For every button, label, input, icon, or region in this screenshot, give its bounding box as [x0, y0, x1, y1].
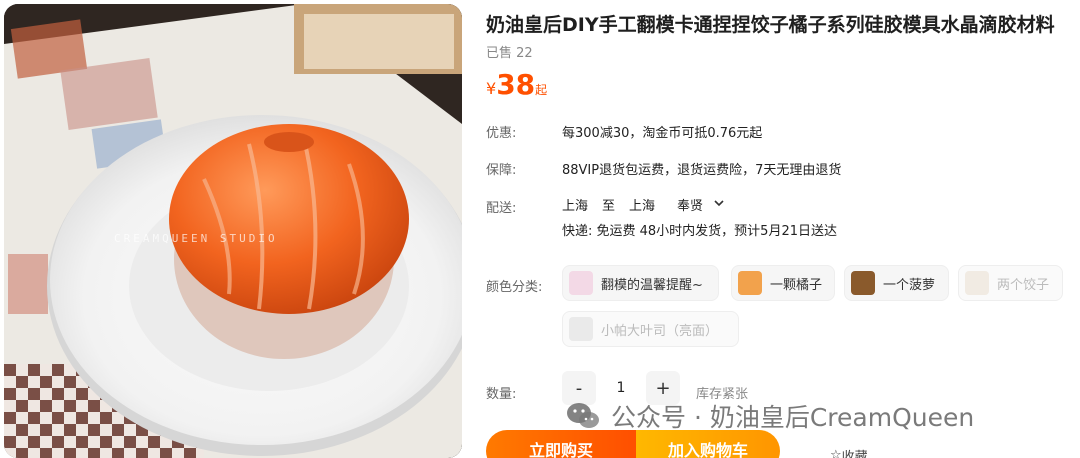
price-suffix: 起 — [535, 83, 548, 97]
option-dumplings[interactable]: 两个饺子 — [958, 265, 1063, 301]
option-label: 小帕大叶司（亮面） — [601, 323, 719, 339]
favorite-label: 收藏 — [841, 450, 868, 458]
watermark-text: 公众号 · 奶油皇后CreamQueen — [611, 403, 975, 432]
sold-count: 已售 22 — [486, 46, 533, 61]
option-label: 一颗橘子 — [770, 277, 823, 293]
product-photo-illustration — [4, 4, 462, 458]
product-title: 奶油皇后DIY手工翻模卡通捏捏饺子橘子系列硅胶模具水晶滴胶材料 — [486, 14, 1055, 36]
delivery-to: 上海 — [629, 199, 656, 214]
watermark: 公众号 · 奶油皇后CreamQueen — [565, 398, 974, 434]
image-caption: CREAMQUEEN STUDIO — [114, 232, 278, 245]
option-reminder[interactable]: 翻模的温馨提醒~ — [562, 265, 719, 301]
promo-value: 每300减30，淘金币可抵0.76元起 — [562, 126, 763, 141]
option-thumbnail — [738, 271, 762, 295]
star-icon: ☆ — [830, 448, 842, 458]
option-thumbnail — [851, 271, 875, 295]
option-thumbnail — [569, 317, 593, 341]
wechat-icon — [567, 403, 599, 428]
chevron-down-icon — [713, 197, 725, 212]
price-currency: ¥ — [486, 79, 497, 98]
product-info-panel: 奶油皇后DIY手工翻模卡通捏捏饺子橘子系列硅胶模具水晶滴胶材料 已售 22 ¥3… — [486, 0, 1080, 458]
favorite-button[interactable]: ☆ 收藏 — [830, 446, 868, 458]
option-orange[interactable]: 一颗橘子 — [731, 265, 835, 301]
delivery-district: 奉贤 — [677, 199, 704, 214]
shipping-info: 快递: 免运费 48小时内发货，预计5月21日送达 — [562, 224, 837, 239]
color-label: 颜色分类: — [486, 280, 543, 295]
option-label: 翻模的温馨提醒~ — [601, 277, 703, 293]
option-label: 两个饺子 — [997, 277, 1050, 293]
option-thumbnail — [569, 271, 593, 295]
option-pineapple[interactable]: 一个菠萝 — [844, 265, 949, 301]
price: ¥38起 — [486, 68, 547, 101]
delivery-from: 上海 — [562, 199, 589, 214]
add-to-cart-button[interactable]: 加入购物车 — [636, 430, 780, 458]
option-toast[interactable]: 小帕大叶司（亮面） — [562, 311, 739, 347]
guarantee-value: 88VIP退货包运费，退货运费险，7天无理由退货 — [562, 163, 842, 178]
delivery-label: 配送: — [486, 201, 517, 216]
promo-label: 优惠: — [486, 126, 517, 141]
quantity-label: 数量: — [486, 387, 517, 402]
buy-now-button[interactable]: 立即购买 — [486, 430, 636, 458]
delivery-to-word: 至 — [602, 199, 616, 214]
price-value: 38 — [496, 68, 536, 101]
guarantee-label: 保障: — [486, 163, 517, 178]
delivery-location-selector[interactable]: 上海 至 上海 奉贤 — [562, 195, 739, 214]
option-label: 一个菠萝 — [883, 277, 936, 293]
option-thumbnail — [965, 271, 989, 295]
product-image[interactable]: CREAMQUEEN STUDIO — [4, 4, 462, 458]
